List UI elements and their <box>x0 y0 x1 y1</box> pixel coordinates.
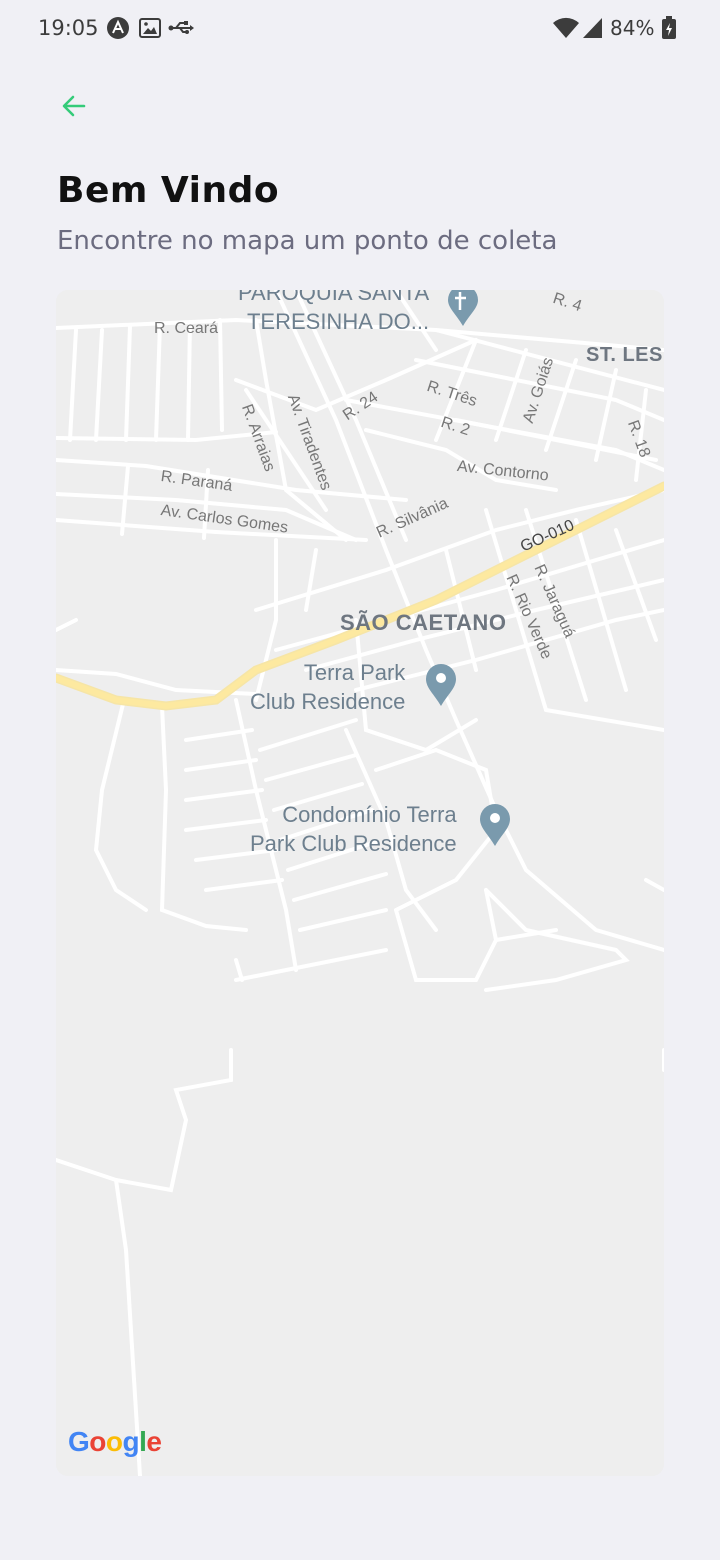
district-label: SÃO CAETANO <box>340 610 507 635</box>
poi-label[interactable]: PARÓQUIA SANTA TERESINHA DO... <box>238 290 429 336</box>
battery-icon <box>662 16 676 46</box>
app-a-icon <box>106 16 130 46</box>
battery-percent: 84% <box>610 16 655 40</box>
google-logo: Google <box>68 1426 162 1457</box>
map-roads <box>56 290 664 1476</box>
status-time: 19:05 <box>38 16 99 40</box>
back-button[interactable] <box>52 84 96 128</box>
poi-pin-icon[interactable] <box>446 290 480 328</box>
location-pin-icon[interactable] <box>478 802 512 848</box>
poi-line: Condomínio Terra <box>282 802 457 827</box>
wifi-icon <box>552 16 580 46</box>
street-label: R. Ceará <box>154 320 219 337</box>
image-icon <box>138 16 162 46</box>
district-label: ST. LES <box>586 344 663 366</box>
map-view[interactable]: R. Ceará R. 4 R. 24 R. Três Av. Goiás R.… <box>56 290 664 1476</box>
location-pin-icon[interactable] <box>424 662 458 708</box>
poi-line: Park Club Residence <box>250 831 457 856</box>
status-bar: 19:05 84% <box>0 0 720 56</box>
signal-icon <box>582 16 604 46</box>
poi-line: PARÓQUIA SANTA <box>238 290 430 305</box>
poi-line: TERESINHA DO... <box>246 309 430 334</box>
poi-label[interactable]: Terra Park Club Residence <box>250 658 405 716</box>
page-subtitle: Encontre no mapa um ponto de coleta <box>57 226 558 256</box>
page-title: Bem Vindo <box>57 170 280 211</box>
poi-line: Terra Park <box>303 660 406 685</box>
arrow-left-icon <box>62 95 86 117</box>
usb-icon <box>168 16 194 46</box>
poi-line: Club Residence <box>250 689 406 714</box>
poi-label[interactable]: Condomínio Terra Park Club Residence <box>250 800 457 858</box>
